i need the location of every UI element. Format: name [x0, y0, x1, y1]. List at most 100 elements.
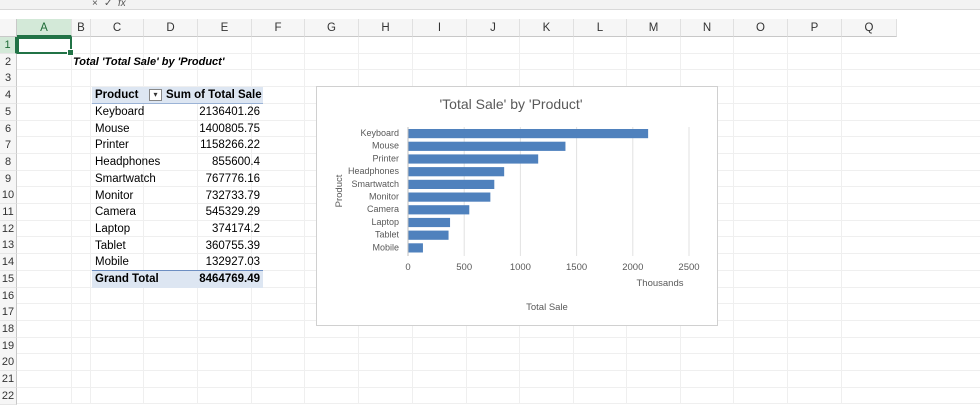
pivot-product-cell[interactable]: Camera	[95, 204, 136, 221]
column-header-c[interactable]: C	[91, 19, 144, 37]
pivot-value-cell[interactable]: 1158266.22	[163, 137, 260, 154]
x-tick-label: 1500	[566, 262, 587, 273]
pivot-value-cell[interactable]: 1400805.75	[163, 121, 260, 138]
pivot-product-cell[interactable]: Mouse	[95, 121, 130, 138]
x-tick-label: 500	[456, 262, 472, 273]
x-tick-label: 2000	[622, 262, 643, 273]
y-tick-label: Printer	[372, 153, 399, 163]
column-header-e[interactable]: E	[198, 19, 252, 37]
x-tick-label: 2500	[678, 262, 699, 273]
row-header-12[interactable]: 12	[0, 220, 17, 238]
pivot-value-cell[interactable]: 545329.29	[163, 204, 260, 221]
bar	[408, 141, 566, 151]
display-unit-label: Thousands	[636, 278, 683, 289]
pivot-value-cell[interactable]: 2136401.26	[163, 104, 260, 121]
x-tick-label: 0	[405, 262, 410, 273]
bar	[408, 129, 649, 139]
pivot-header-value[interactable]: Sum of Total Sale	[163, 87, 263, 104]
y-tick-label: Keyboard	[360, 128, 399, 138]
x-tick-label: 1000	[510, 262, 531, 273]
bar	[408, 243, 423, 253]
column-header-q[interactable]: Q	[842, 19, 897, 37]
bar	[408, 192, 491, 202]
row-header-1[interactable]: 1	[0, 37, 17, 54]
column-header-f[interactable]: F	[252, 19, 305, 37]
row-header-13[interactable]: 13	[0, 237, 17, 255]
pivot-grand-total-value[interactable]: 8464769.49	[163, 270, 263, 288]
chart-title: 'Total Sale' by 'Product'	[440, 96, 583, 112]
row-header-2[interactable]: 2	[0, 53, 17, 71]
row-header-21[interactable]: 21	[0, 371, 17, 388]
row-header-22[interactable]: 22	[0, 387, 17, 405]
pivot-value-cell[interactable]: 855600.4	[163, 154, 260, 171]
x-axis-title: Total Sale	[526, 302, 568, 313]
pivot-product-cell[interactable]: Monitor	[95, 188, 133, 205]
y-tick-label: Mobile	[372, 242, 399, 252]
row-header-6[interactable]: 6	[0, 120, 17, 138]
function-icon[interactable]: fx	[118, 0, 126, 9]
row-header-10[interactable]: 10	[0, 187, 17, 205]
column-header-g[interactable]: G	[305, 19, 359, 37]
row-header-14[interactable]: 14	[0, 254, 17, 272]
column-header-p[interactable]: P	[788, 19, 842, 37]
row-header-3[interactable]: 3	[0, 70, 17, 88]
row-header-17[interactable]: 17	[0, 304, 17, 322]
pivot-product-cell[interactable]: Smartwatch	[95, 171, 156, 188]
row-header-7[interactable]: 7	[0, 137, 17, 155]
cancel-icon[interactable]: ×	[92, 0, 98, 9]
pivot-product-cell[interactable]: Keyboard	[95, 104, 144, 121]
filter-dropdown-icon[interactable]: ▾	[149, 89, 162, 101]
chart-canvas: 0 500 1000 1500 2000 2500 Keyboard Mouse Printer…	[334, 96, 700, 313]
row-header-11[interactable]: 11	[0, 204, 17, 221]
confirm-icon[interactable]: ✓	[104, 0, 112, 9]
sheet-title[interactable]: Total 'Total Sale' by 'Product'	[73, 54, 224, 71]
pivot-product-cell[interactable]: Tablet	[95, 238, 126, 255]
bar	[408, 154, 539, 164]
column-header-k[interactable]: K	[520, 19, 574, 37]
row-header-9[interactable]: 9	[0, 170, 17, 188]
column-header-h[interactable]: H	[359, 19, 413, 37]
row-header-4[interactable]: 4	[0, 87, 17, 105]
column-header-l[interactable]: L	[574, 19, 627, 37]
column-header-m[interactable]: M	[627, 19, 681, 37]
bar-chart[interactable]: 0 500 1000 1500 2000 2500 Keyboard Mouse Printer…	[316, 86, 718, 326]
pivot-product-cell[interactable]: Laptop	[95, 221, 130, 238]
grid-row-line	[17, 370, 980, 371]
pivot-value-cell[interactable]: 360755.39	[163, 238, 260, 255]
grid-row-line	[17, 386, 980, 388]
y-tick-label: Headphones	[348, 166, 400, 176]
row-header-8[interactable]: 8	[0, 153, 17, 171]
y-tick-label: Mouse	[372, 141, 399, 151]
grid-row-line	[17, 353, 980, 355]
column-header-i[interactable]: I	[413, 19, 467, 37]
column-header-n[interactable]: N	[681, 19, 734, 37]
column-header-o[interactable]: O	[734, 19, 788, 37]
pivot-value-cell[interactable]: 732733.79	[163, 188, 260, 205]
pivot-grand-total-label[interactable]: Grand Total	[92, 270, 163, 288]
row-header-5[interactable]: 5	[0, 103, 17, 121]
column-header-a[interactable]: A	[17, 19, 72, 37]
column-header-d[interactable]: D	[144, 19, 198, 37]
pivot-product-cell[interactable]: Headphones	[95, 154, 160, 171]
column-header-j[interactable]: J	[467, 19, 520, 37]
row-header-19[interactable]: 19	[0, 337, 17, 355]
row-header-18[interactable]: 18	[0, 320, 17, 338]
pivot-value-cell[interactable]: 132927.03	[163, 254, 260, 271]
grid-row-line	[17, 336, 980, 338]
pivot-value-cell[interactable]: 767776.16	[163, 171, 260, 188]
bar	[408, 217, 451, 228]
bar	[408, 205, 470, 215]
active-cell-a1[interactable]	[17, 37, 74, 56]
column-header-b[interactable]: B	[72, 19, 91, 37]
row-header-16[interactable]: 16	[0, 287, 17, 305]
pivot-product-cell[interactable]: Printer	[95, 137, 129, 154]
grid-row-line	[17, 403, 980, 405]
row-header-20[interactable]: 20	[0, 354, 17, 372]
select-all-corner[interactable]	[0, 19, 17, 37]
pivot-product-cell[interactable]: Mobile	[95, 254, 129, 271]
row-header-15[interactable]: 15	[0, 270, 17, 288]
bar	[408, 179, 495, 189]
bar	[408, 167, 505, 177]
pivot-value-cell[interactable]: 374174.2	[163, 221, 260, 238]
bar	[408, 230, 449, 240]
